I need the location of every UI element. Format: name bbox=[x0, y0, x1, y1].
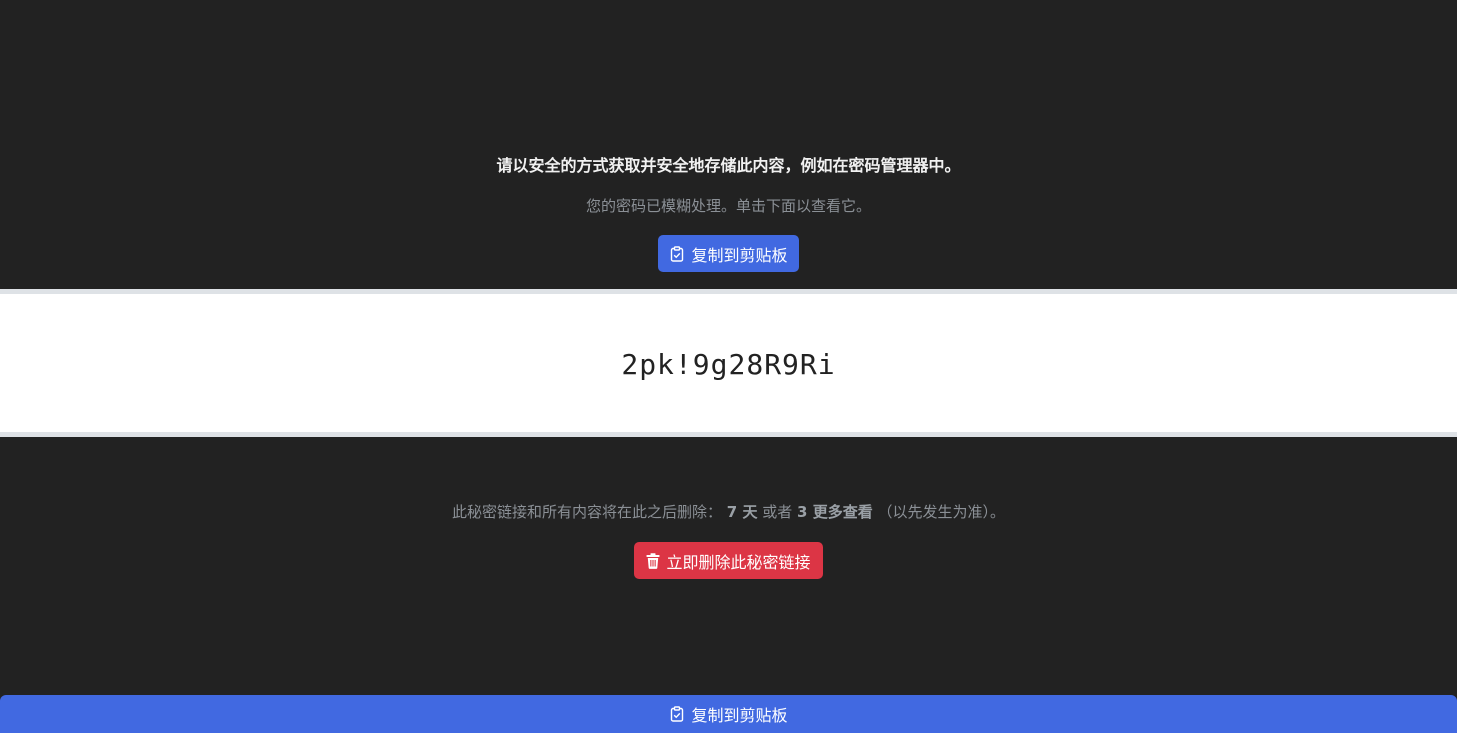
instructions-section: 请以安全的方式获取并安全地存储此内容，例如在密码管理器中。 您的密码已模糊处理。… bbox=[0, 0, 1457, 289]
copy-to-clipboard-footer-button[interactable]: 复制到剪贴板 bbox=[0, 695, 1457, 733]
expiry-section: 此秘密链接和所有内容将在此之后删除： 7 天 或者 3 更多查看 （以先发生为准… bbox=[0, 437, 1457, 695]
obfuscation-hint: 您的密码已模糊处理。单击下面以查看它。 bbox=[585, 197, 871, 215]
clipboard-check-icon bbox=[669, 706, 685, 722]
security-warning: 请以安全的方式获取并安全地存储此内容，例如在密码管理器中。 bbox=[496, 156, 961, 175]
copy-footer-button-label: 复制到剪贴板 bbox=[691, 706, 788, 725]
clipboard-check-icon bbox=[669, 245, 685, 262]
expiry-or: 或者 bbox=[762, 503, 793, 521]
trash-icon bbox=[646, 552, 660, 569]
copy-button-label: 复制到剪贴板 bbox=[691, 245, 788, 265]
expiry-days: 7 天 bbox=[726, 503, 758, 521]
expiry-views: 3 更多查看 bbox=[797, 503, 873, 521]
secret-reveal-page: 请以安全的方式获取并安全地存储此内容，例如在密码管理器中。 您的密码已模糊处理。… bbox=[0, 0, 1457, 733]
delete-button-label: 立即删除此秘密链接 bbox=[666, 552, 811, 572]
expiry-notice: 此秘密链接和所有内容将在此之后删除： 7 天 或者 3 更多查看 （以先发生为准… bbox=[0, 501, 1457, 523]
expiry-suffix: （以先发生为准）。 bbox=[877, 503, 1005, 521]
secret-display-panel[interactable]: 2pk!9g28R9Ri bbox=[0, 289, 1457, 437]
expiry-prefix: 此秘密链接和所有内容将在此之后删除： bbox=[451, 503, 722, 521]
copy-to-clipboard-button[interactable]: 复制到剪贴板 bbox=[658, 235, 799, 272]
delete-secret-link-button[interactable]: 立即删除此秘密链接 bbox=[634, 542, 823, 579]
secret-value[interactable]: 2pk!9g28R9Ri bbox=[621, 348, 835, 381]
